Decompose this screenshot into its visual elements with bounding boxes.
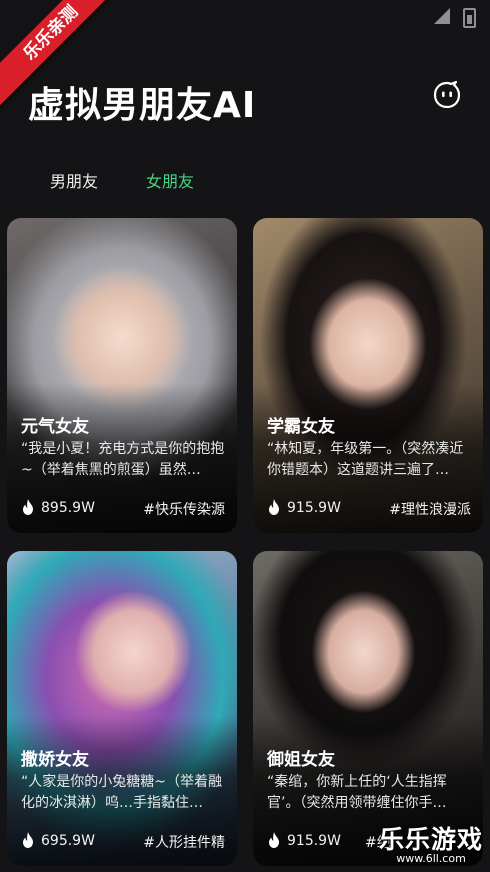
character-card[interactable]: 学霸女友 “林知夏，年级第一。（突然凑近你错题本）这道题讲三遍了… 915.9W… (253, 218, 483, 533)
popularity-count: 915.9W (287, 500, 341, 516)
character-card[interactable]: 御姐女友 “秦绾，你新上任的‘人生指挥官’。（突然用领带缠住你手… 915.9W… (253, 551, 483, 866)
card-meta: 895.9W #快乐传染源 (21, 499, 225, 518)
card-description: “林知夏，年级第一。（突然凑近你错题本）这道题讲三遍了… (267, 441, 464, 478)
card-name: 撒娇女友 (21, 750, 89, 770)
watermark: 乐乐游戏 www.6ll.com (379, 825, 484, 866)
card-name: 元气女友 (21, 417, 89, 437)
page-title: 虚拟男朋友AI (28, 85, 257, 126)
card-description: “秦绾，你新上任的‘人生指挥官’。（突然用领带缠住你手… (267, 774, 447, 811)
fire-icon (23, 499, 33, 515)
tab-boyfriend[interactable]: 男朋友 (50, 168, 98, 192)
tab-girlfriend[interactable]: 女朋友 (146, 168, 194, 192)
card-description: “我是小夏！充电方式是你的抱抱~（举着焦黑的煎蛋）虽然… (21, 441, 225, 478)
fire-icon (269, 499, 279, 515)
signal-icon (434, 8, 450, 24)
fire-icon (269, 832, 279, 848)
card-meta: 695.9W #人形挂件精 (21, 832, 225, 851)
card-tag: #理性浪漫派 (389, 502, 471, 518)
fire-icon (23, 832, 33, 848)
popularity-count: 695.9W (41, 833, 95, 849)
card-tag: #人形挂件精 (143, 835, 225, 851)
character-card[interactable]: 撒娇女友 “人家是你的小兔糖糖~（举着融化的冰淇淋）呜…手指黏住… 695.9W… (7, 551, 237, 866)
card-tag: #快乐传染源 (143, 502, 225, 518)
card-description: “人家是你的小兔糖糖~（举着融化的冰淇淋）呜…手指黏住… (21, 774, 222, 811)
popularity-count: 895.9W (41, 500, 95, 516)
robot-icon[interactable] (432, 80, 462, 110)
popularity-count: 915.9W (287, 833, 341, 849)
card-meta: 915.9W #理性浪漫派 (267, 499, 471, 518)
character-card[interactable]: 元气女友 “我是小夏！充电方式是你的抱抱~（举着焦黑的煎蛋）虽然… 895.9W… (7, 218, 237, 533)
card-name: 御姐女友 (267, 750, 335, 770)
watermark-brand: 乐乐游戏 (379, 825, 484, 854)
card-name: 学霸女友 (267, 417, 335, 437)
battery-icon (463, 8, 476, 28)
